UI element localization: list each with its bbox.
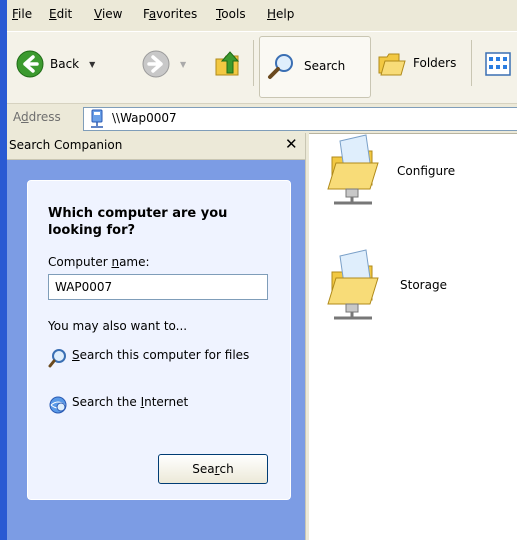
menu-view[interactable]: View (94, 7, 122, 21)
address-bar: Address \\Wap0007 (7, 103, 517, 134)
folder-storage[interactable]: Storage (326, 248, 447, 331)
up-folder-icon (215, 51, 240, 76)
up-folder-button[interactable] (213, 47, 243, 81)
computer-name-input[interactable]: WAP0007 (48, 274, 268, 300)
address-label: Address (13, 110, 61, 124)
search-computer-link[interactable]: Search this computer for files (48, 348, 272, 368)
computer-name-label: Computer name: (48, 255, 150, 269)
back-dropdown-icon[interactable]: ▼ (89, 60, 95, 69)
search-companion-title: Search Companion (9, 138, 123, 152)
computer-name-value: WAP0007 (55, 280, 113, 294)
search-internet-icon (49, 396, 67, 414)
address-input[interactable]: \\Wap0007 (83, 107, 517, 131)
question-heading: Which computer are you looking for? (48, 206, 228, 238)
search-internet-link[interactable]: Search the Internet (48, 395, 188, 415)
also-want-label: You may also want to... (48, 319, 188, 333)
forward-button[interactable]: ▼ (141, 49, 186, 79)
shared-folder-icon (327, 134, 379, 205)
search-computer-icon (48, 349, 66, 368)
network-computer-icon (91, 109, 103, 128)
toolbar-separator-2 (471, 40, 472, 86)
forward-arrow-icon (142, 50, 170, 78)
pane-splitter[interactable] (305, 133, 309, 540)
folder-configure-label: Configure (397, 164, 456, 178)
toolbar: Back ▼ ▼ Search Folders (7, 31, 517, 104)
menu-bar: File Edit View Favorites Tools Help (7, 0, 517, 31)
magnifier-icon (268, 54, 293, 79)
folders-icon (378, 53, 406, 76)
window-left-edge (0, 0, 7, 540)
search-companion-pane: Which computer are you looking for? Comp… (7, 160, 305, 540)
folders-button[interactable]: Folders (377, 49, 456, 77)
menu-file[interactable]: File (12, 7, 32, 21)
back-arrow-icon (16, 50, 44, 78)
search-button[interactable]: Sea r ch (158, 454, 268, 484)
back-button[interactable]: Back ▼ (15, 49, 95, 79)
search-card: Which computer are you looking for? Comp… (27, 180, 291, 500)
address-value: \\Wap0007 (112, 111, 177, 125)
views-button[interactable] (485, 52, 511, 76)
search-internet-link-text: Search the Internet (72, 395, 189, 409)
menu-edit[interactable]: Edit (49, 7, 72, 21)
folder-configure[interactable]: Configure (326, 133, 455, 216)
folder-storage-label: Storage (400, 278, 447, 292)
forward-dropdown-icon[interactable]: ▼ (180, 60, 186, 69)
search-companion-header: Search Companion ✕ (7, 133, 305, 160)
shared-folder-icon (327, 249, 379, 320)
menu-help[interactable]: Help (267, 7, 294, 21)
folders-label: Folders (413, 56, 457, 70)
views-icon (485, 52, 511, 76)
search-toolbar-button[interactable]: Search (259, 36, 371, 98)
search-toolbar-label: Search (304, 59, 346, 73)
close-icon[interactable]: ✕ (285, 135, 298, 153)
menu-favorites[interactable]: Favorites (143, 7, 197, 21)
menu-tools[interactable]: Tools (216, 7, 246, 21)
back-label: Back (50, 57, 80, 71)
search-computer-link-text: Search this computer for files (72, 348, 250, 362)
toolbar-separator (253, 40, 254, 86)
